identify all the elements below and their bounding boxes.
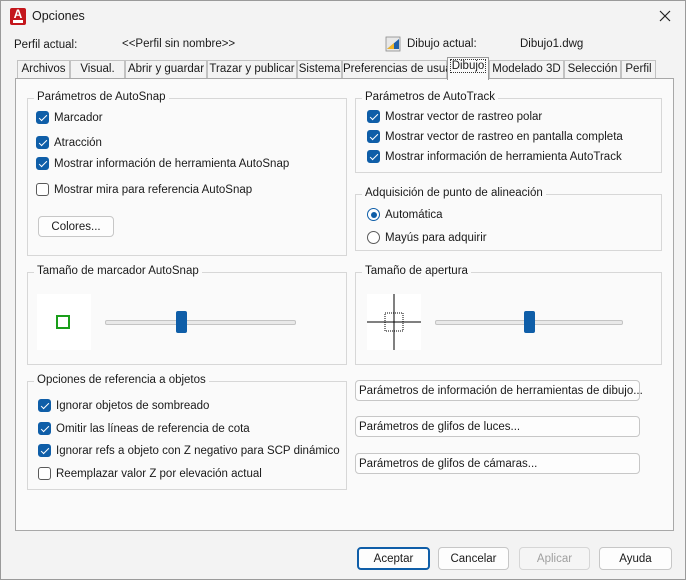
autosnap-tooltip-checkbox-box[interactable] [36, 157, 49, 170]
colors-button[interactable]: Colores... [38, 216, 114, 237]
cameras-glyph-settings-button[interactable]: Parámetros de glifos de cámaras... [355, 453, 640, 474]
marker-preview [37, 294, 91, 350]
osnap-options-group: Opciones de referencia a objetos Ignorar… [27, 374, 347, 490]
ignore-hatch-checkbox-box[interactable] [38, 399, 51, 412]
marker-checkbox-label: Marcador [54, 111, 103, 124]
autotrack-settings-title: Parámetros de AutoTrack [362, 91, 498, 103]
tab-seleccion[interactable]: Selección [564, 60, 621, 79]
tab-content-dibujo: Parámetros de AutoSnap Marcador Atracció… [15, 78, 674, 531]
autosnap-tooltip-checkbox[interactable]: Mostrar información de herramienta AutoS… [36, 157, 289, 170]
ignore-hatch-checkbox[interactable]: Ignorar objetos de sombreado [38, 399, 209, 412]
autosnap-aperture-checkbox-label: Mostrar mira para referencia AutoSnap [54, 183, 253, 196]
tab-dibujo[interactable]: Dibujo [447, 57, 489, 80]
autotrack-tooltip-checkbox[interactable]: Mostrar información de herramienta AutoT… [367, 150, 622, 163]
magnet-checkbox-box[interactable] [36, 136, 49, 149]
shift-to-acquire-radio-button[interactable] [367, 231, 380, 244]
title-bar: Opciones [1, 1, 685, 31]
current-drawing-value: Dibujo1.dwg [520, 38, 584, 50]
replace-z-checkbox-box[interactable] [38, 467, 51, 480]
marker-size-title: Tamaño de marcador AutoSnap [34, 265, 202, 277]
close-icon [659, 10, 671, 22]
omit-dimension-lines-checkbox-label: Omitir las líneas de referencia de cota [56, 422, 250, 435]
marker-size-slider-track[interactable] [105, 320, 296, 325]
alignment-acquisition-title: Adquisición de punto de alineación [362, 187, 546, 199]
window-title: Opciones [32, 9, 85, 23]
marker-size-group: Tamaño de marcador AutoSnap [27, 265, 347, 365]
fullscreen-vector-checkbox-label: Mostrar vector de rastreo en pantalla co… [385, 130, 623, 143]
ok-button[interactable]: Aceptar [357, 547, 430, 570]
polar-vector-checkbox-label: Mostrar vector de rastreo polar [385, 110, 543, 123]
autosnap-settings-title: Parámetros de AutoSnap [34, 91, 169, 103]
ignore-negative-z-checkbox-box[interactable] [38, 444, 51, 457]
tab-visual[interactable]: Visual. [70, 60, 125, 79]
autotrack-settings-group: Parámetros de AutoTrack Mostrar vector d… [355, 91, 662, 173]
tab-sistema[interactable]: Sistema [297, 60, 342, 79]
autosnap-tooltip-checkbox-label: Mostrar información de herramienta AutoS… [54, 157, 290, 170]
marker-checkbox[interactable]: Marcador [36, 111, 103, 124]
close-button[interactable] [647, 1, 683, 31]
options-dialog: Opciones Perfil actual: <<Perfil sin nom… [0, 0, 686, 580]
replace-z-checkbox-label: Reemplazar valor Z por elevación actual [56, 467, 262, 480]
omit-dimension-lines-checkbox-box[interactable] [38, 422, 51, 435]
marker-square-icon [56, 315, 70, 329]
magnet-checkbox-label: Atracción [54, 136, 102, 149]
autotrack-tooltip-checkbox-label: Mostrar información de herramienta AutoT… [385, 150, 622, 163]
autosnap-settings-group: Parámetros de AutoSnap Marcador Atracció… [27, 91, 347, 256]
marker-size-slider-thumb[interactable] [176, 311, 188, 333]
help-button[interactable]: Ayuda [599, 547, 672, 570]
aperture-size-group: Tamaño de apertura [355, 265, 662, 365]
autotrack-tooltip-checkbox-box[interactable] [367, 150, 380, 163]
lights-glyph-settings-button[interactable]: Parámetros de glifos de luces... [355, 416, 640, 437]
cancel-button[interactable]: Cancelar [438, 547, 509, 570]
drafting-tooltip-settings-button[interactable]: Parámetros de información de herramienta… [355, 380, 643, 401]
polar-vector-checkbox-box[interactable] [367, 110, 380, 123]
automatic-radio[interactable]: Automática [367, 208, 443, 221]
aperture-size-title: Tamaño de apertura [362, 265, 471, 277]
shift-to-acquire-radio[interactable]: Mayús para adquirir [367, 231, 487, 244]
tab-preferencias-usuario[interactable]: Preferencias de usuario [342, 60, 464, 79]
tab-abrir-guardar[interactable]: Abrir y guardar [125, 60, 207, 79]
ignore-hatch-checkbox-label: Ignorar objetos de sombreado [56, 399, 210, 412]
tab-archivos[interactable]: Archivos [17, 60, 70, 79]
ignore-negative-z-checkbox-label: Ignorar refs a objeto con Z negativo par… [56, 444, 340, 457]
automatic-radio-button[interactable] [367, 208, 380, 221]
alignment-acquisition-group: Adquisición de punto de alineación Autom… [355, 187, 662, 251]
osnap-options-title: Opciones de referencia a objetos [34, 374, 209, 386]
fullscreen-vector-checkbox-box[interactable] [367, 130, 380, 143]
polar-vector-checkbox[interactable]: Mostrar vector de rastreo polar [367, 110, 542, 123]
autocad-app-icon [10, 7, 26, 25]
current-drawing-label: Dibujo actual: [407, 38, 477, 50]
current-profile-label: Perfil actual: [14, 39, 78, 51]
fullscreen-vector-checkbox[interactable]: Mostrar vector de rastreo en pantalla co… [367, 130, 623, 143]
ignore-negative-z-checkbox[interactable]: Ignorar refs a objeto con Z negativo par… [38, 444, 340, 457]
automatic-radio-label: Automática [385, 208, 443, 221]
apply-button[interactable]: Aplicar [519, 547, 590, 570]
tab-modelado-3d[interactable]: Modelado 3D [489, 60, 564, 79]
replace-z-checkbox[interactable]: Reemplazar valor Z por elevación actual [38, 467, 262, 480]
tab-perfil[interactable]: Perfil [621, 60, 656, 79]
marker-checkbox-box[interactable] [36, 111, 49, 124]
crosshair-aperture-icon [367, 294, 421, 350]
autosnap-aperture-checkbox-box[interactable] [36, 183, 49, 196]
autosnap-aperture-checkbox[interactable]: Mostrar mira para referencia AutoSnap [36, 183, 252, 196]
magnet-checkbox[interactable]: Atracción [36, 136, 102, 149]
tab-trazar-publicar[interactable]: Trazar y publicar [207, 60, 297, 79]
aperture-preview [367, 294, 421, 350]
current-profile-value: <<Perfil sin nombre>> [122, 38, 236, 50]
drawing-icon [385, 36, 401, 52]
shift-to-acquire-radio-label: Mayús para adquirir [385, 231, 487, 244]
aperture-size-slider-thumb[interactable] [524, 311, 535, 333]
omit-dimension-lines-checkbox[interactable]: Omitir las líneas de referencia de cota [38, 422, 250, 435]
